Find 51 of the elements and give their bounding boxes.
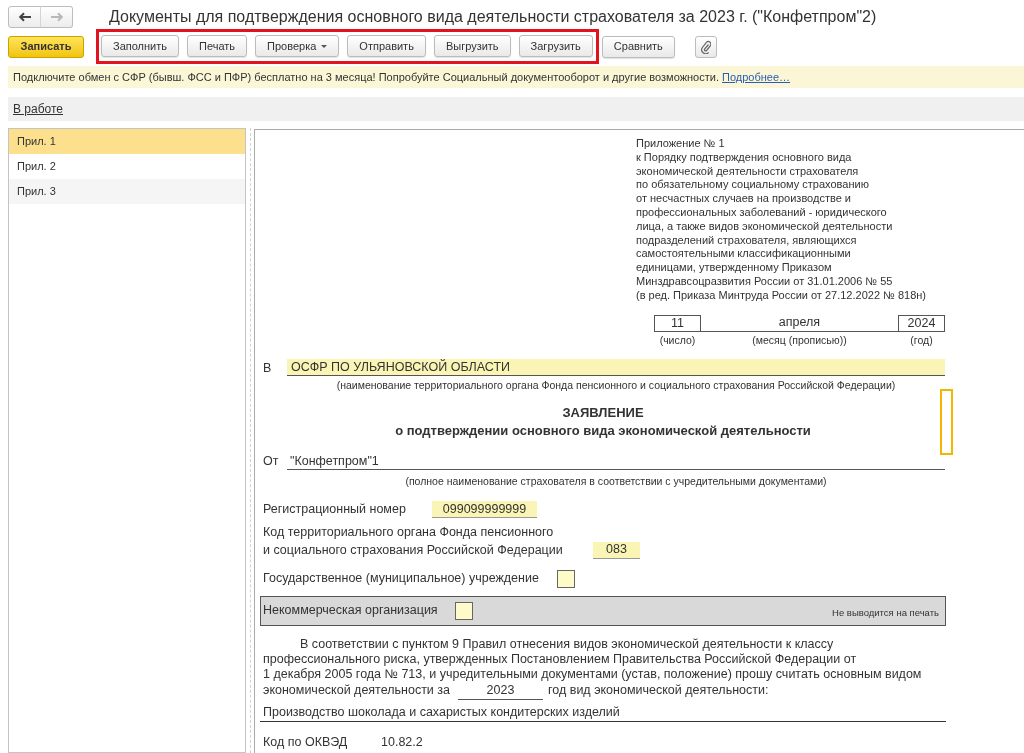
more-link[interactable]: Подробнее… <box>722 70 791 83</box>
right-arrow-icon <box>49 12 64 22</box>
checkbox[interactable] <box>557 569 575 588</box>
field-label: Государственное (муниципальное) учреждение <box>263 570 540 588</box>
recipient-field[interactable]: ОСФР ПО УЛЬЯНОВСКОЙ ОБЛАСТИ <box>287 359 945 377</box>
save-button[interactable]: Записать <box>8 35 84 58</box>
field-caption: (число) <box>658 333 697 346</box>
field-label: Код по ОКВЭД <box>263 733 349 751</box>
left-arrow-icon <box>17 12 32 22</box>
toolbar-button[interactable]: Выгрузить <box>433 35 511 57</box>
sidebar-item[interactable]: Прил. 3 <box>9 179 245 204</box>
toolbar-button[interactable]: Печать <box>187 35 248 57</box>
selection-outline <box>940 389 953 456</box>
field-caption: (месяц (прописью)) <box>751 333 848 346</box>
field-label: От <box>262 453 280 471</box>
field-label: Регистрационный номер <box>263 501 407 519</box>
toolbar-button[interactable]: Загрузить <box>518 35 593 57</box>
sidebar-item[interactable]: Прил. 1 <box>9 129 245 154</box>
statement-text: экономической деятельности за <box>263 682 450 700</box>
month-field[interactable]: апреля <box>701 314 898 332</box>
status-link[interactable]: В работе <box>13 100 63 118</box>
field-label: В <box>262 359 273 377</box>
field-caption: (наименование территориального органа Фонда пенсионного и социального страхования Российской Федерации) <box>335 379 897 392</box>
field-caption: (год) <box>909 333 934 346</box>
print-note: Не выводится на печать <box>832 605 939 620</box>
statement-text: год вид экономической деятельности: <box>548 682 769 700</box>
field-caption: (полное наименование страхователя в соответствии с учредительными документами) <box>404 475 828 488</box>
territorial-code-field[interactable]: 083 <box>593 541 640 559</box>
form-subtitle: о подтверждении основного вида экономической деятельности <box>395 422 811 441</box>
toolbar-button[interactable]: Сравнить <box>601 35 675 58</box>
year-field[interactable]: 2023 <box>458 682 543 700</box>
year-field[interactable]: 2024 <box>898 314 945 332</box>
registration-number-field[interactable]: 099099999999 <box>432 500 537 518</box>
okved-code: 10.82.2 <box>381 733 423 751</box>
checkbox[interactable] <box>455 601 473 620</box>
window-title: Документы для подтверждения основного вида деятельности страхователя за 2023 г. ("Конфетпром"2) <box>109 7 877 27</box>
promo-banner-text: Подключите обмен с СФР (бывш. ФСС и ПФР) бесплатно на 3 месяца! Попробуйте Социальный документооборот и другие возможности. Подробнее… <box>13 69 791 85</box>
toolbar-button[interactable]: Отправить <box>347 35 426 57</box>
attach-button[interactable] <box>694 35 717 58</box>
form-title: ЗАЯВЛЕНИЕ <box>562 404 644 423</box>
day-field[interactable]: 11 <box>654 314 701 332</box>
toolbar-button[interactable]: Проверка <box>255 35 340 57</box>
appendix-text: Приложение № 1 к Порядку подтверждения основного вида экономической деятельности страхователя по обязательному социальному страхованию от несчастных случаев на производстве и профессиональных заболеваний - юридического лица, а также видов экономической деятельности подразделений страхователя, являющихся самостоятельными классификационными единицами, утвержденному Приказом Минздравсоцразвития России от 31.01.2006 № 55 (в ред. Приказа Минтруда России от 27.12.2022 № 818н) <box>636 137 927 303</box>
paperclip-icon <box>700 39 711 54</box>
back-button[interactable] <box>8 6 41 28</box>
caret-icon <box>321 44 328 48</box>
activity-field[interactable]: Производство шоколада и сахаристых кондитерских изделий <box>260 704 946 722</box>
field-label: Некоммерческая организация <box>263 602 439 620</box>
insurer-name-field[interactable]: "Конфетпром"1 <box>287 453 945 471</box>
field-label: Код территориального органа Фонда пенсионного и социального страхования Российской Федерации <box>263 523 564 559</box>
toolbar-button[interactable]: Заполнить <box>101 35 179 57</box>
